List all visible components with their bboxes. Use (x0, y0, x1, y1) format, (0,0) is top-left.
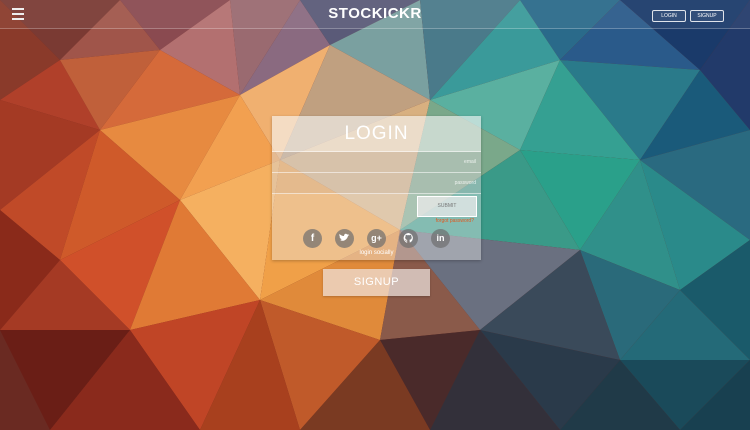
nav-login-button[interactable]: LOGIN (652, 10, 686, 22)
password-input[interactable] (272, 173, 481, 193)
forgot-password-link[interactable]: forgot password? (424, 218, 474, 224)
signup-button[interactable]: SIGNUP (323, 269, 430, 296)
github-icon[interactable] (399, 229, 418, 248)
facebook-icon[interactable]: f (303, 229, 322, 248)
social-icons-row: f g+ in (303, 229, 453, 249)
github-cat-glyph (403, 233, 413, 243)
google-plus-icon[interactable]: g+ (367, 229, 386, 248)
twitter-bird-glyph (339, 233, 350, 241)
email-field-wrapper (272, 152, 481, 173)
password-field-wrapper (272, 173, 481, 194)
nav-signup-button[interactable]: SIGNUP (690, 10, 724, 22)
submit-button[interactable]: SUBMIT (417, 196, 477, 217)
hamburger-menu-icon[interactable] (12, 8, 24, 20)
email-input[interactable] (272, 152, 481, 172)
login-socially-label: login socially (359, 250, 394, 256)
login-title: LOGIN (272, 116, 481, 152)
brand-logo: STOCKICKR (328, 5, 422, 22)
twitter-icon[interactable] (335, 229, 354, 248)
top-navbar: STOCKICKR LOGIN SIGNUP (0, 0, 750, 29)
linkedin-icon[interactable]: in (431, 229, 450, 248)
